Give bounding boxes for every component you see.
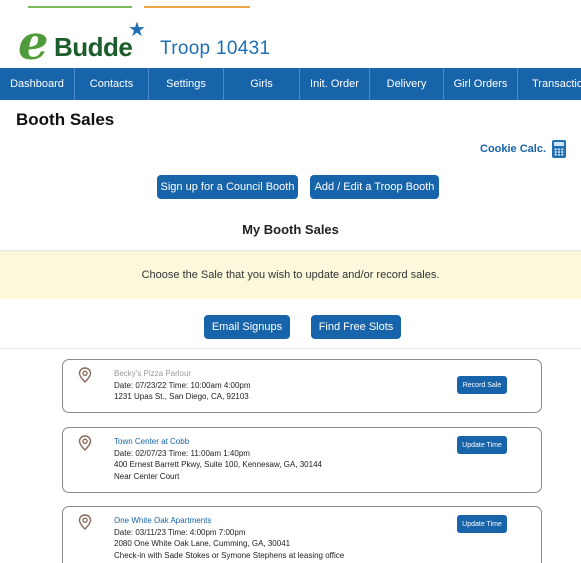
nav-item-transactions[interactable]: Transactions <box>518 68 581 100</box>
orange-accent-line <box>144 6 250 8</box>
nav-item-girls[interactable]: Girls <box>224 68 300 100</box>
booth-note: Near Center Court <box>114 471 180 481</box>
booth-address: 1231 Upas St., San Diego, CA, 92103 <box>114 392 249 401</box>
email-signups-button[interactable]: Email Signups <box>204 315 290 339</box>
cookie-calc-link[interactable]: Cookie Calc. <box>480 140 567 158</box>
nav-item-init-order[interactable]: Init. Order <box>300 68 370 100</box>
ebudde-logo[interactable]: e Budde ★ <box>18 15 158 71</box>
divider <box>0 348 581 349</box>
booth-address: 2080 One White Oak Lane, Cumming, GA, 30… <box>114 539 291 548</box>
nav-item-settings[interactable]: Settings <box>149 68 224 100</box>
record-sale-button[interactable]: Record Sale <box>457 376 507 394</box>
notice-banner: Choose the Sale that you wish to update … <box>0 251 581 299</box>
nav-item-dashboard[interactable]: Dashboard <box>0 68 75 100</box>
cookie-calc-label: Cookie Calc. <box>480 143 547 155</box>
update-time-button[interactable]: Update Time <box>457 436 507 454</box>
booth-date-time: Date: 03/11/23 Time: 4:00pm 7:00pm <box>114 527 246 537</box>
star-icon: ★ <box>128 19 146 41</box>
booth-date-time: Date: 02/07/23 Time: 11:00am 1:40pm <box>114 448 250 458</box>
logo-letter: e <box>18 15 49 71</box>
booth-name[interactable]: One White Oak Apartments <box>114 515 344 527</box>
booth-card[interactable]: Town Center at Cobb Date: 02/07/23 Time:… <box>62 427 542 493</box>
update-time-button[interactable]: Update Time <box>457 515 507 533</box>
calculator-icon[interactable] <box>552 140 567 158</box>
location-pin-icon <box>78 435 92 451</box>
nav-item-delivery[interactable]: Delivery <box>370 68 444 100</box>
nav-item-girl-orders[interactable]: Girl Orders <box>444 68 518 100</box>
booth-name[interactable]: Becky's Pizza Parlour <box>114 368 251 380</box>
add-edit-troop-booth-button[interactable]: Add / Edit a Troop Booth <box>310 175 439 199</box>
notice-text: Choose the Sale that you wish to update … <box>141 269 440 281</box>
booth-card[interactable]: One White Oak Apartments Date: 03/11/23 … <box>62 506 542 563</box>
booth-address: 400 Ernest Barrett Pkwy, Suite 100, Kenn… <box>114 460 322 469</box>
page-title: Booth Sales <box>16 110 115 129</box>
green-accent-line <box>28 6 132 8</box>
booth-date-time: Date: 07/23/22 Time: 10:00am 4:00pm <box>114 380 251 390</box>
logo-word: Budde <box>54 32 133 62</box>
section-title: My Booth Sales <box>242 222 339 237</box>
signup-council-booth-button[interactable]: Sign up for a Council Booth <box>157 175 298 199</box>
booth-card[interactable]: Becky's Pizza Parlour Date: 07/23/22 Tim… <box>62 359 542 413</box>
location-pin-icon <box>78 367 92 383</box>
nav-item-contacts[interactable]: Contacts <box>75 68 149 100</box>
booth-name[interactable]: Town Center at Cobb <box>114 436 322 448</box>
troop-title: Troop 10431 <box>160 38 271 59</box>
header-accent-lines <box>0 6 581 10</box>
main-nav: Dashboard Contacts Settings Girls Init. … <box>0 68 581 100</box>
booth-note: Check-in with Sade Stokes or Symone Step… <box>114 550 345 560</box>
find-free-slots-button[interactable]: Find Free Slots <box>311 315 401 339</box>
location-pin-icon <box>78 514 92 530</box>
